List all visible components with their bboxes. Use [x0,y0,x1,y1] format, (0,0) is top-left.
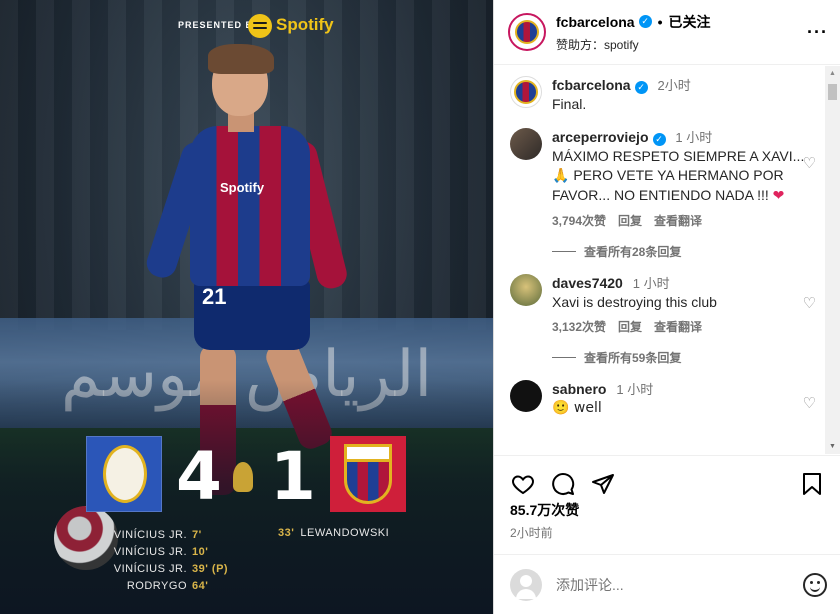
real-madrid-crest-icon [86,436,162,512]
share-send-icon[interactable] [590,471,616,497]
caption-text: Final. [552,96,587,112]
home-scorers: VINÍCIUS JR. 7' VINÍCIUS JR. 10' VINÍCIUS … [90,527,230,595]
caption: fcbarcelona ✓ 2小时 Final. [510,76,812,114]
comment-text: Xavi is destroying this club [552,294,717,310]
shirt-number: 21 [202,284,227,309]
comment-time: 1 小时 [675,130,713,145]
header-separator: • [657,13,663,30]
commenter-avatar[interactable] [510,274,542,306]
home-scorer-row: RODRYGO 64' [90,578,230,595]
view-replies-button[interactable]: 查看所有28条回复 [552,243,812,260]
reply-button[interactable]: 回复 [618,212,642,231]
player-shirt: Spotify [190,126,310,286]
bottom-vignette [0,380,493,614]
see-translation-button[interactable]: 查看翻译 [654,318,702,337]
away-scorer: 33' LEWANDOWSKI [278,527,389,539]
view-replies-label: 查看所有59条回复 [584,351,682,365]
comment-text-part: MÁXIMO RESPETO SIEMPRE A XAVI... [552,148,805,164]
post-header: fcbarcelona ✓ • 已关注 赞助方：spotify ··· [494,0,840,65]
verified-badge-icon: ✓ [638,15,652,28]
commenter-avatar[interactable] [510,380,542,412]
comment-username[interactable]: sabnero [552,381,606,397]
following-button[interactable]: 已关注 [669,12,711,32]
current-user-avatar [510,568,542,601]
scroll-up-arrow-icon[interactable]: ▲ [829,70,836,77]
instagram-post-modal: ﺍﻟﺮﻳﺎﺽ ﻣﻮﺳﻢ 21 Spotify PRESENTED BY Spot… [0,0,840,614]
commenter-avatar[interactable] [510,128,542,160]
scorer-minute: 33' [278,527,295,539]
post-side-panel: fcbarcelona ✓ • 已关注 赞助方：spotify ··· fcba… [493,0,840,614]
scorer-minute: 64' [192,580,209,592]
like-comment-heart-icon[interactable]: ♡ [803,394,816,412]
scorer-name: LEWANDOWSKI [300,527,390,539]
caption-time: 2小时 [657,78,691,93]
post-image[interactable]: ﺍﻟﺮﻳﺎﺽ ﻣﻮﺳﻢ 21 Spotify PRESENTED BY Spot… [0,0,493,614]
comment-text: MÁXIMO RESPETO SIEMPRE A XAVI... 🙏 PERO … [552,147,812,206]
comment-input[interactable] [556,576,803,593]
fc-barcelona-crest-icon [330,436,406,512]
scorer-minute: 39' (P) [192,563,229,575]
comments-scrollbar[interactable]: ▲ ▼ [825,66,840,454]
paid-partnership-label[interactable]: 赞助方：spotify [556,36,807,53]
verified-badge-icon: ✓ [652,133,666,146]
home-scorer-row: VINÍCIUS JR. 10' [90,544,230,561]
view-replies-label: 查看所有28条回复 [584,245,682,259]
home-scorer-row: VINÍCIUS JR. 39' (P) [90,561,230,578]
comment-item: arceperroviejo ✓ 1 小时 MÁXIMO RESPETO SIEM… [510,128,816,231]
see-translation-button[interactable]: 查看翻译 [654,212,702,231]
replies-line [552,251,576,252]
scorer-name: RODRYGO [126,580,187,592]
comment-likes[interactable]: 3,794次赞 [552,212,606,231]
sponsor-brand: Spotify [276,15,334,34]
comments-list[interactable]: fcbarcelona ✓ 2小时 Final. arceperroviejo ✓ … [494,66,826,454]
author-avatar[interactable] [510,76,542,108]
comment-likes[interactable]: 3,132次赞 [552,318,606,337]
reply-button[interactable]: 回复 [618,318,642,337]
supercopa-trophy-icon [233,462,253,492]
view-replies-button[interactable]: 查看所有59条回复 [552,349,812,366]
like-heart-icon[interactable] [510,471,536,497]
post-time[interactable]: 2小时前 [510,524,553,541]
comment-username[interactable]: daves7420 [552,275,623,291]
comment-text-part: PERO VETE YA HERMANO POR FAVOR... NO ENT… [552,167,784,203]
replies-line [552,357,576,358]
comment-time: 1 小时 [616,382,654,397]
scorer-minute: 10' [192,546,209,558]
author-username[interactable]: fcbarcelona [556,14,635,30]
comment-time: 1 小时 [632,276,670,291]
red-heart-emoji: ❤ [772,188,785,204]
more-horizontal-icon[interactable]: ··· [807,22,828,43]
caption-username[interactable]: fcbarcelona [552,77,631,93]
author-avatar[interactable] [508,13,546,51]
home-scorer-row: VINÍCIUS JR. 7' [90,527,230,544]
comment-text: 🙂 well [552,400,602,416]
comment-bubble-icon[interactable] [550,471,576,497]
like-comment-heart-icon[interactable]: ♡ [803,154,816,172]
scorer-name: VINÍCIUS JR. [113,529,187,541]
spotify-logo-icon [248,14,272,38]
like-comment-heart-icon[interactable]: ♡ [803,294,816,312]
fcb-logo-icon [515,20,539,44]
fcb-logo-icon [514,80,538,104]
folded-hands-emoji: 🙏 [552,168,570,184]
away-score: 1 [270,438,316,515]
likes-count[interactable]: 85.7万次赞 [510,500,579,520]
comment-username[interactable]: arceperroviejo [552,129,649,145]
scorer-name: VINÍCIUS JR. [113,546,187,558]
player-shorts: 21 [194,280,310,350]
scroll-down-arrow-icon[interactable]: ▼ [829,443,836,450]
scorer-minute: 7' [192,529,202,541]
scorer-name: VINÍCIUS JR. [113,563,187,575]
bookmark-save-icon[interactable] [799,471,825,497]
player-hair [208,44,274,74]
shirt-sponsor: Spotify [220,180,265,195]
verified-badge-icon: ✓ [634,81,648,94]
comment-item: daves7420 1 小时 Xavi is destroying this c… [510,274,816,337]
comment-item: sabnero 1 小时 🙂 well ♡ [510,380,816,418]
emoji-picker-icon[interactable] [803,572,827,597]
scrollbar-thumb[interactable] [828,84,837,100]
home-score: 4 [176,438,222,515]
add-comment-bar [494,554,840,614]
